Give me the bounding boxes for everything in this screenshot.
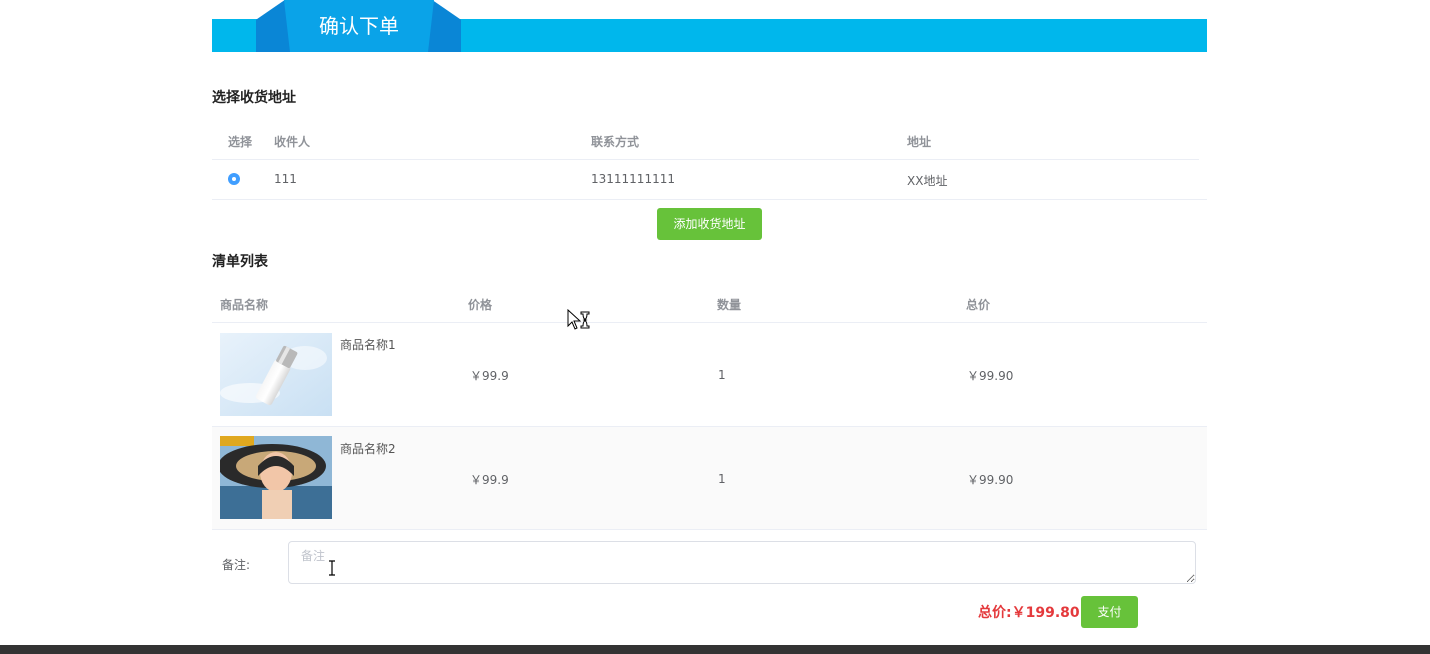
add-address-button[interactable]: 添加收货地址: [657, 208, 762, 240]
total-label: 总价:: [978, 605, 1012, 621]
recipient-address: XX地址: [907, 174, 948, 188]
items-table-header: 商品名称 价格 数量 总价: [212, 283, 1207, 323]
column-name: 商品名称: [220, 298, 269, 312]
recipient-phone: 13111111111: [591, 172, 675, 186]
address-row[interactable]: 111 13111111111 XX地址: [212, 160, 1207, 200]
product-quantity: 1: [718, 472, 726, 486]
column-quantity: 数量: [717, 298, 742, 312]
product-total: ￥99.90: [967, 369, 1014, 383]
product-total: ￥99.90: [967, 473, 1014, 487]
items-section-title: 清单列表: [212, 254, 268, 270]
total-value: ￥199.80: [1011, 605, 1080, 621]
product-price: ￥99.9: [470, 369, 509, 383]
address-radio-selected[interactable]: [228, 173, 240, 185]
product-quantity: 1: [718, 368, 726, 382]
product-price: ￥99.9: [470, 473, 509, 487]
column-total: 总价: [966, 298, 991, 312]
pay-button[interactable]: 支付: [1081, 596, 1138, 628]
column-price: 价格: [468, 298, 493, 312]
page-title: 确认下单: [319, 14, 399, 38]
mouse-pointer-icon: [567, 309, 590, 330]
address-table-header: 选择 收件人 联系方式 地址: [212, 120, 1199, 160]
table-row: 商品名称1 ￥99.9 1 ￥99.90: [212, 323, 1207, 427]
product-name: 商品名称2: [340, 442, 396, 456]
remark-label: 备注:: [222, 558, 251, 572]
column-select: 选择: [228, 135, 253, 149]
recipient-name: 111: [274, 172, 297, 186]
text-cursor-icon: [329, 560, 335, 576]
product-name: 商品名称1: [340, 338, 396, 352]
checkout-page: 确认下单 选择收货地址 选择 收件人 联系方式 地址 111 131111111…: [212, 0, 1207, 645]
page-footer: [0, 645, 1430, 654]
address-section-title: 选择收货地址: [212, 90, 296, 106]
table-row: 商品名称2 ￥99.9 1 ￥99.90: [212, 427, 1207, 530]
column-recipient: 收件人: [274, 135, 311, 149]
column-address: 地址: [907, 135, 932, 149]
column-contact: 联系方式: [591, 135, 640, 149]
product-image-1[interactable]: [220, 333, 332, 416]
product-image-2[interactable]: [220, 436, 332, 519]
remark-input[interactable]: [288, 541, 1196, 584]
order-total: 总价:￥199.80: [978, 602, 1080, 622]
